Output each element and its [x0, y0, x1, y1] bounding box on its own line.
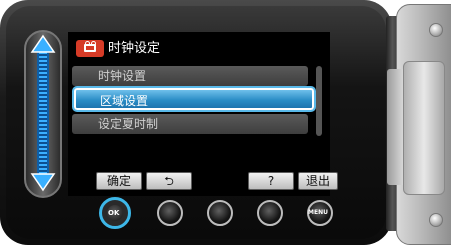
confirm-button[interactable]: 确定	[96, 172, 142, 190]
touch-button-2[interactable]	[157, 200, 183, 226]
screw-icon	[429, 213, 443, 227]
menu-item-region-setting[interactable]: 区域设置	[72, 86, 316, 112]
help-button[interactable]: ?	[248, 172, 294, 190]
camera-icon	[76, 40, 104, 57]
slider-track	[37, 48, 49, 178]
down-arrow-icon	[30, 173, 56, 192]
menu-item-clock-setting[interactable]: 时钟设置	[72, 66, 308, 86]
touch-slider[interactable]	[24, 30, 62, 198]
lcd-hinge	[387, 4, 451, 245]
menu-label: MENU	[308, 209, 328, 216]
back-button[interactable]: ⮌	[146, 172, 192, 190]
ok-label: OK	[108, 209, 120, 217]
touch-button-4[interactable]	[257, 200, 283, 226]
screw-icon	[429, 23, 443, 37]
touch-button-3[interactable]	[207, 200, 233, 226]
menu-scrollbar[interactable]	[316, 66, 322, 136]
menu-item-daylight-saving[interactable]: 设定夏时制	[72, 114, 308, 134]
exit-button[interactable]: 退出	[298, 172, 338, 190]
hinge-ridge	[403, 61, 445, 195]
menu-title: 时钟设定	[108, 41, 161, 56]
up-arrow-icon	[30, 34, 56, 53]
